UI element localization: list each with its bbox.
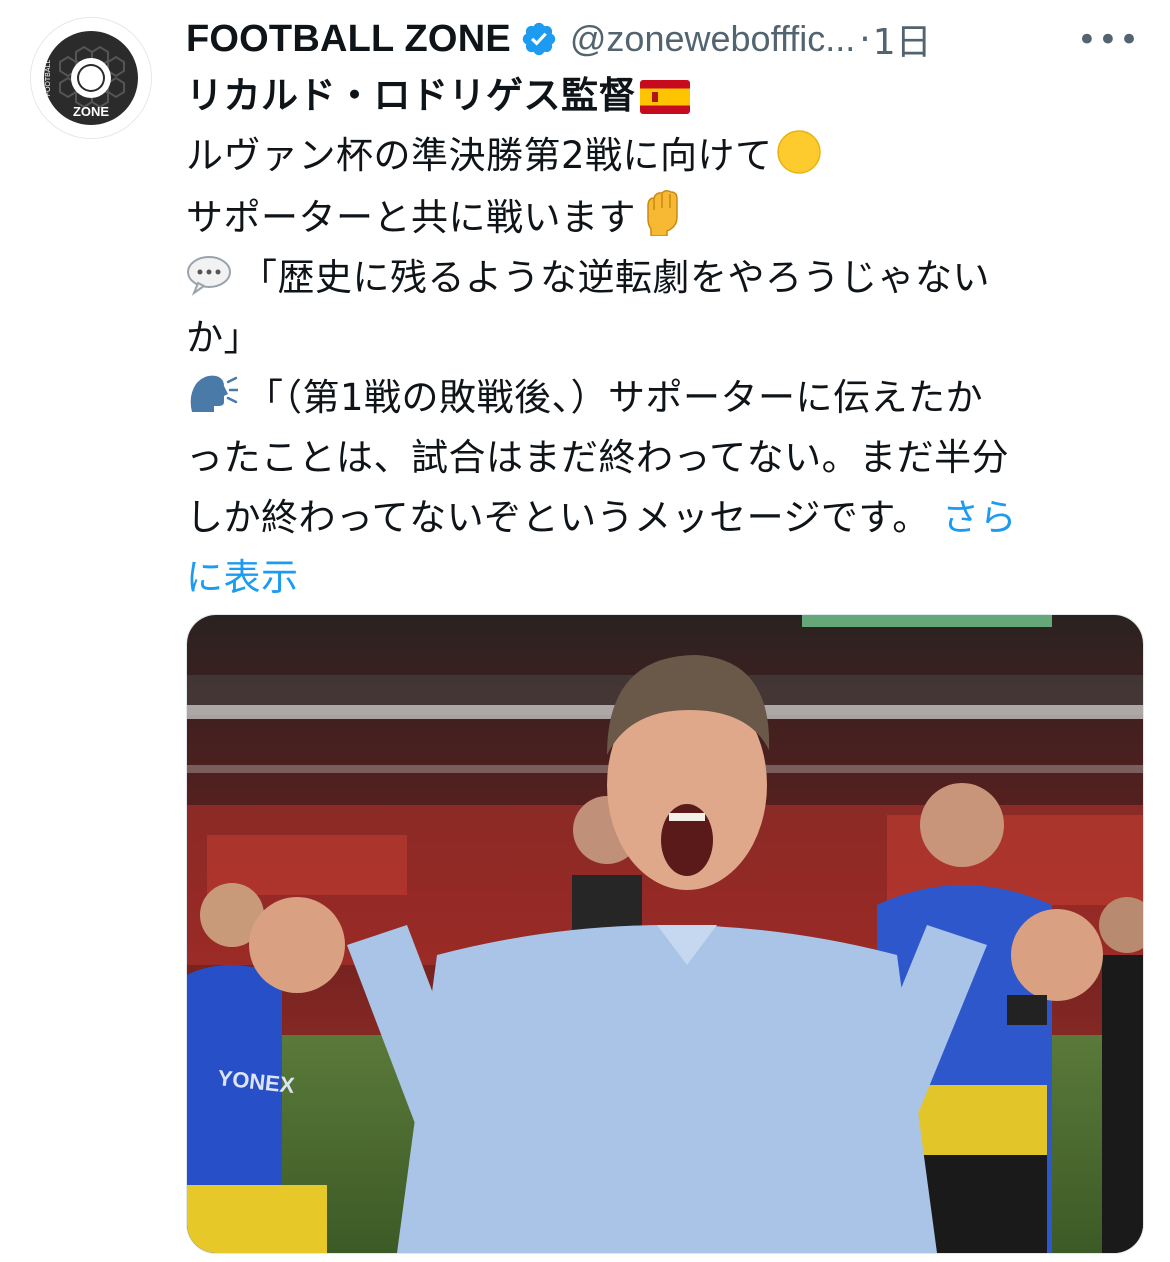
tweet-text-line-4: 「歴史に残るような逆転劇をやろうじゃない [240, 256, 990, 299]
tweet-photo[interactable]: YONEX [186, 614, 1144, 1254]
tweet-text-line-7: ったことは、試合はまだ終わってない。まだ半分 [186, 436, 1010, 479]
speaking-head-icon [190, 375, 238, 412]
separator-dot: · [859, 18, 871, 60]
tweet-text-line-8: しか終わってないぞというメッセージです。 [186, 496, 930, 539]
spain-flag-icon [640, 80, 690, 114]
tweet-text-line-2: ルヴァン杯の準決勝第2戦に向けて [186, 134, 773, 177]
author-display-name[interactable]: FOOTBALL ZONE [186, 18, 511, 61]
show-more-link[interactable]: さら [942, 496, 1017, 539]
tweet-timestamp[interactable]: 1日 [873, 13, 932, 65]
tweet-text-line-1: リカルド・ロドリゲス監督 [186, 74, 636, 117]
more-options-icon[interactable]: ••• [1077, 20, 1140, 60]
speech-balloon-icon [187, 256, 231, 296]
raised-fist-icon [647, 189, 678, 236]
tweet-text-line-5: か」 [186, 316, 261, 359]
avatar-logo-text: ZONE [73, 104, 109, 119]
tweet-text: リカルド・ロドリゲス監督 ルヴァン杯の準決勝第2戦に向けて サポーターと共に戦い… [186, 66, 1126, 608]
tweet-header: FOOTBALL ZONE @zonewebofffic... · 1日 ••• [186, 14, 1140, 64]
tweet-text-line-3: サポーターと共に戦います [186, 196, 636, 239]
show-more-link-continued[interactable]: に表示 [186, 556, 299, 599]
verified-badge-icon [522, 22, 556, 56]
avatar-logo-subtext: FOOTBALL [45, 60, 52, 97]
author-handle[interactable]: @zonewebofffic... [570, 18, 855, 60]
tweet-text-line-6: 「（第1戦の敗戦後、）サポーターに伝えたか [246, 376, 984, 419]
yellow-circle-icon [776, 130, 821, 174]
avatar[interactable]: ZONE FOOTBALL [30, 17, 152, 139]
